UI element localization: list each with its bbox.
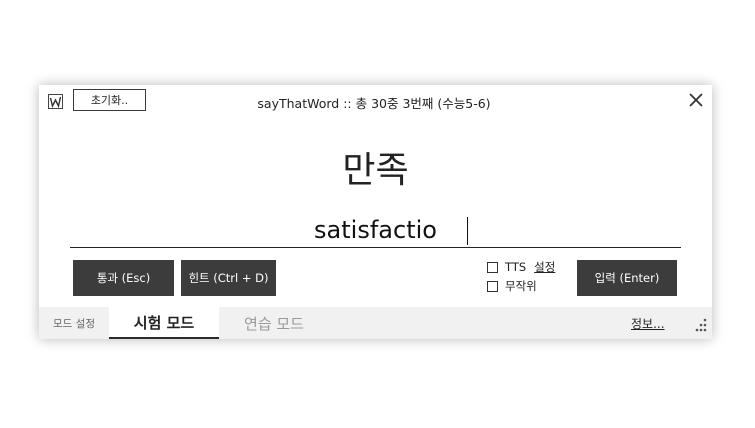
enter-button[interactable]: 입력 (Enter)	[577, 260, 677, 296]
close-icon[interactable]	[689, 93, 703, 107]
shuffle-checkbox[interactable]	[487, 280, 498, 292]
resize-grip-icon[interactable]	[690, 317, 708, 335]
tab-practice-mode[interactable]: 연습 모드	[219, 307, 329, 339]
answer-input[interactable]	[70, 213, 681, 247]
shuffle-label: 무작위	[505, 279, 537, 293]
info-link[interactable]: 정보...	[631, 315, 665, 332]
tab-exam-mode[interactable]: 시험 모드	[109, 307, 219, 339]
tts-checkbox[interactable]	[487, 261, 498, 273]
tts-label: TTS	[505, 260, 527, 274]
text-caret	[467, 217, 468, 245]
hint-button[interactable]: 힌트 (Ctrl + D)	[181, 260, 276, 296]
tts-settings-link[interactable]: 설정	[534, 259, 555, 275]
pass-button[interactable]: 통과 (Esc)	[73, 260, 174, 296]
app-window: 초기화.. sayThatWord :: 총 30중 3번째 (수능5-6) 만…	[39, 85, 712, 339]
mode-label: 모드 설정	[53, 318, 95, 330]
mode-bar: 모드 설정 시험 모드 연습 모드 정보...	[39, 307, 712, 339]
question-word: 만족	[342, 150, 409, 191]
window-title: sayThatWord :: 총 30중 3번째 (수능5-6)	[257, 96, 491, 111]
app-logo-icon	[48, 94, 63, 109]
tts-option: TTS 설정	[487, 259, 555, 275]
answer-field-container	[70, 213, 681, 248]
reset-button[interactable]: 초기화..	[73, 89, 146, 111]
shuffle-option: 무작위	[487, 278, 537, 294]
